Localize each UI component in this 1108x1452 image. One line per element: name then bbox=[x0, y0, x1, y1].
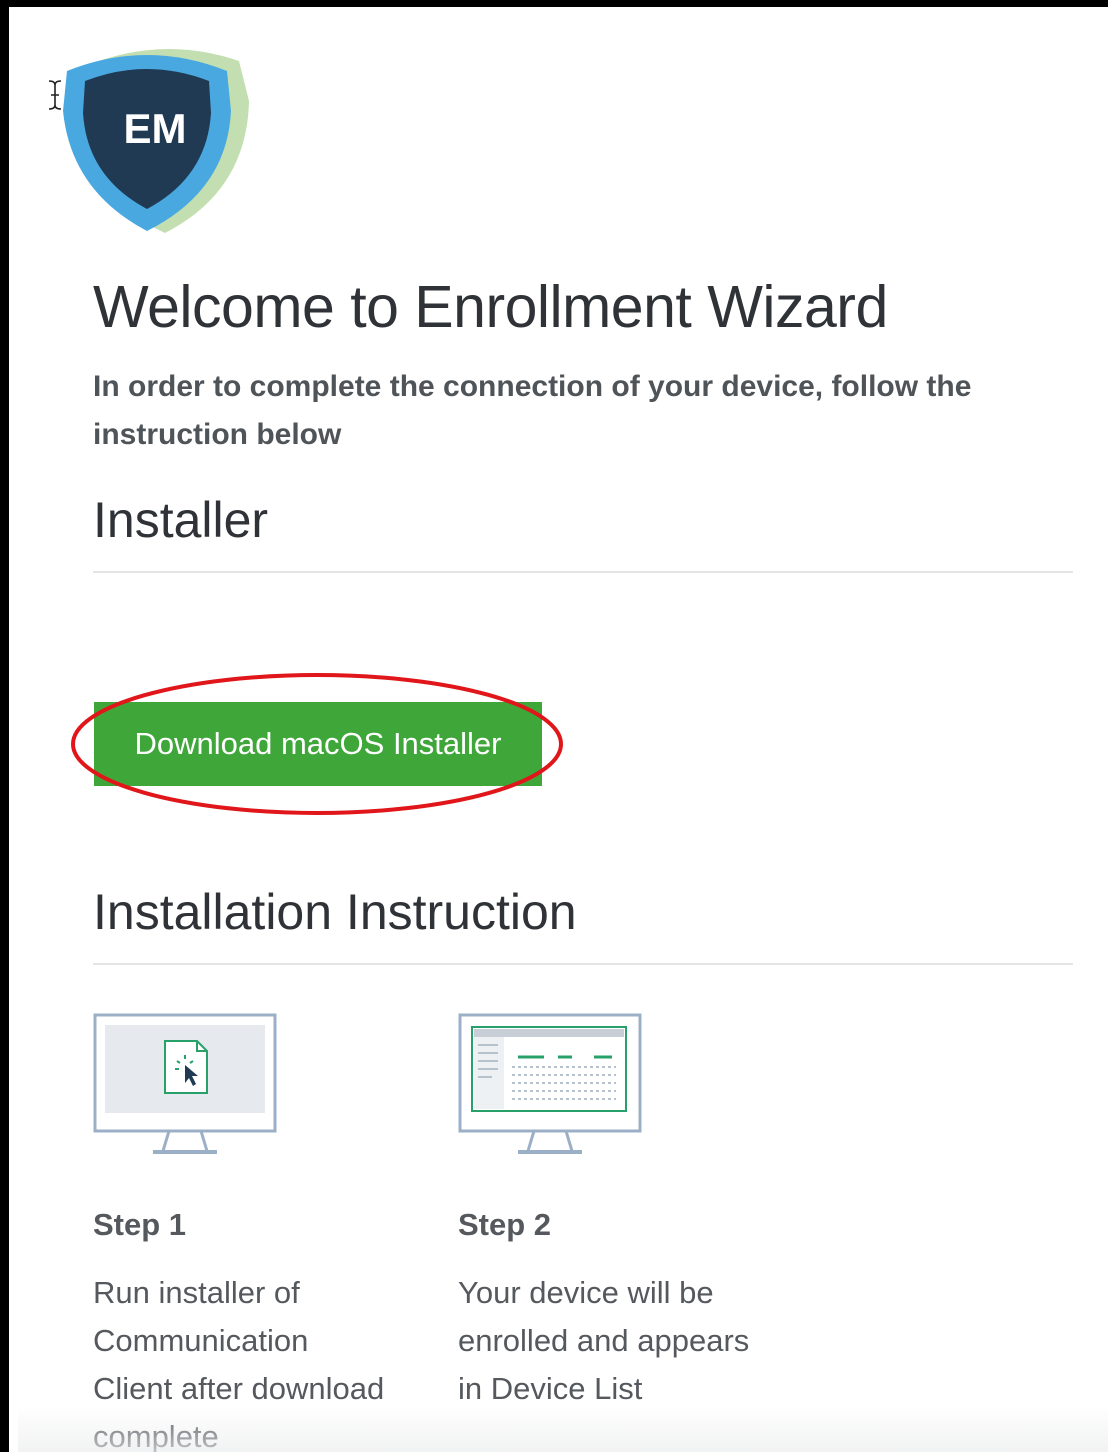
logo-text: EM bbox=[124, 105, 187, 152]
monitor-download-file-icon bbox=[93, 1013, 277, 1154]
download-macos-installer-button[interactable]: Download macOS Installer bbox=[94, 702, 542, 786]
shield-logo-icon: EM bbox=[63, 49, 249, 233]
enrollment-wizard-page: EM Welcome to Enrollment Wizard In order… bbox=[0, 0, 1108, 1452]
step-1-title: Step 1 bbox=[93, 1207, 187, 1242]
page-title: Welcome to Enrollment Wizard bbox=[93, 274, 888, 340]
installer-divider bbox=[93, 571, 1073, 573]
step-2-title: Step 2 bbox=[458, 1207, 552, 1242]
monitor-device-list-icon bbox=[458, 1013, 642, 1154]
step-1-description: Run installer of Communication Client af… bbox=[93, 1275, 385, 1452]
page-subtitle: In order to complete the connection of y… bbox=[93, 370, 972, 451]
installer-heading: Installer bbox=[93, 492, 269, 548]
step-2-description: Your device will be enrolled and appears… bbox=[458, 1275, 750, 1406]
instruction-divider bbox=[93, 963, 1073, 965]
installation-instruction-heading: Installation Instruction bbox=[93, 884, 577, 940]
